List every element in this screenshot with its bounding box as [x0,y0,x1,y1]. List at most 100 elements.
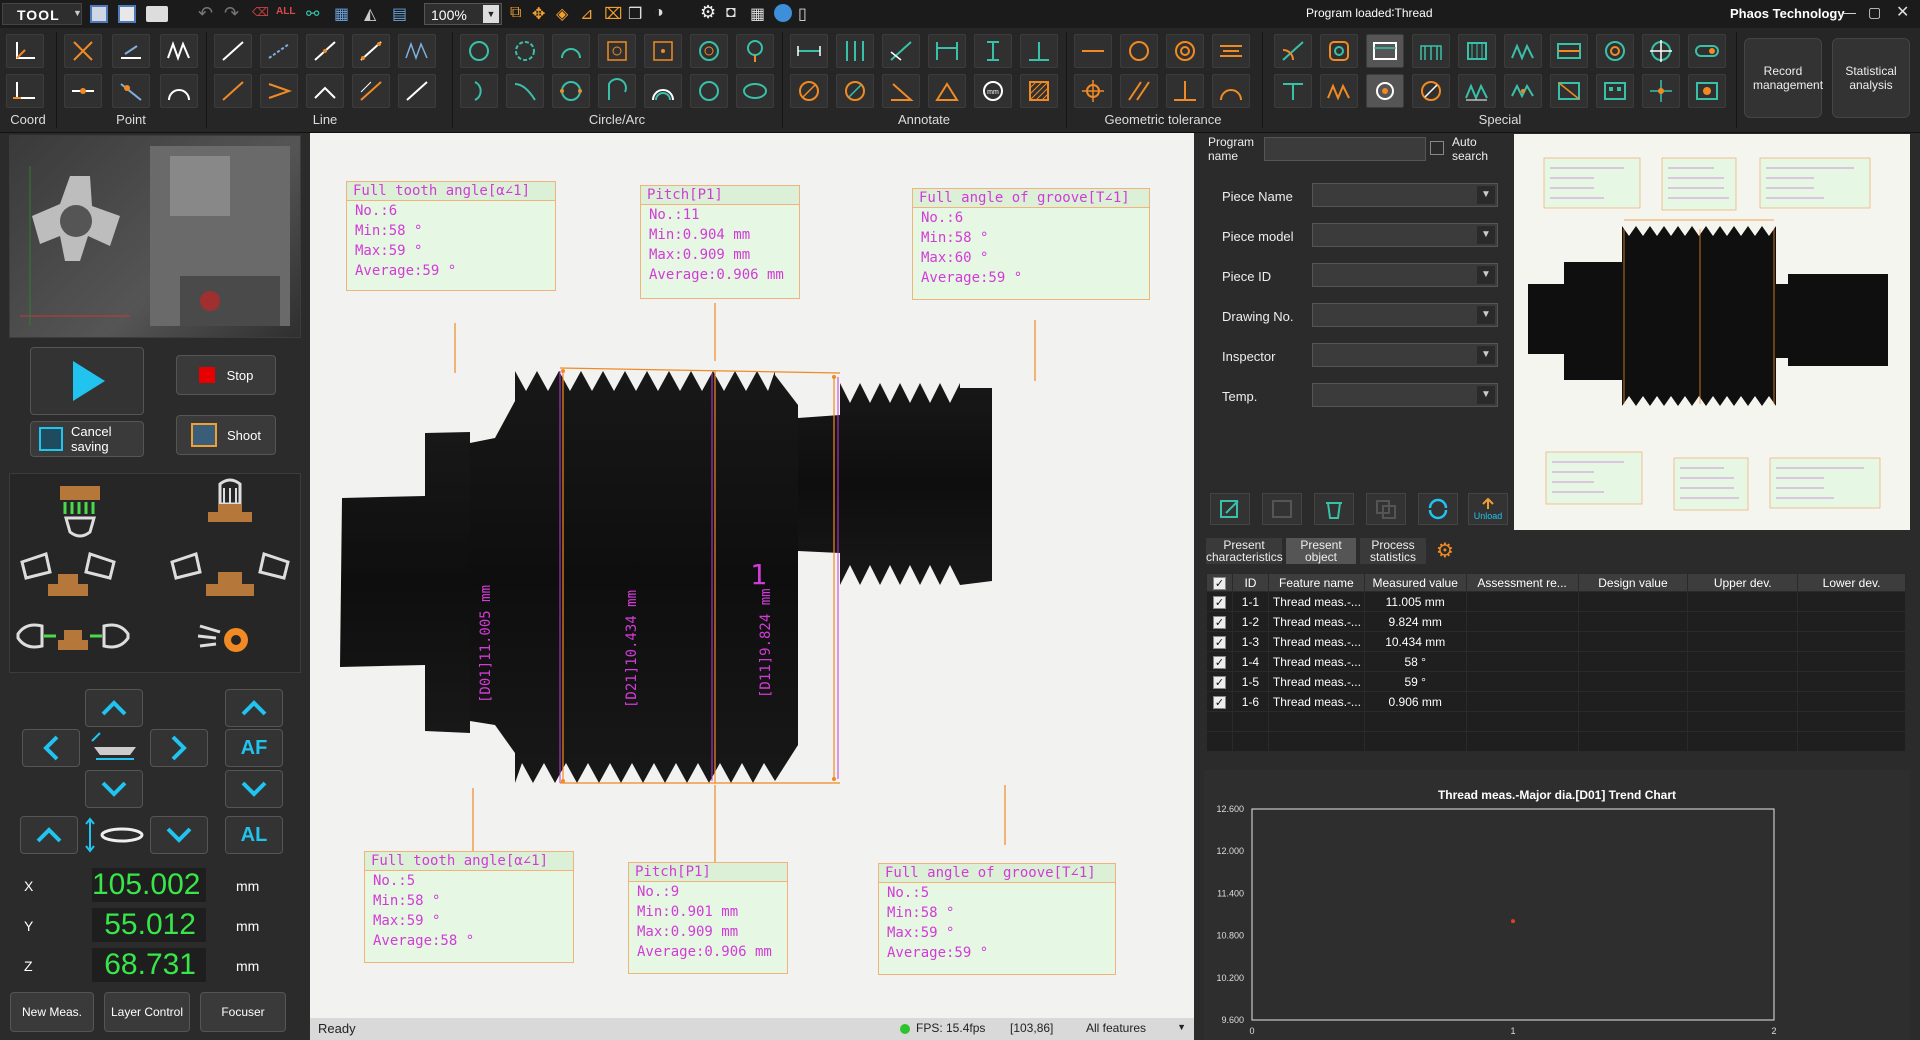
circle-button-1[interactable] [460,34,498,68]
circle-button-7[interactable] [736,34,774,68]
measure-icon[interactable]: ⊿ [580,4,593,24]
special-button-17[interactable] [1550,74,1588,108]
tolerance-position-button[interactable] [1074,74,1112,108]
print-icon[interactable] [146,6,168,22]
special-button-14[interactable] [1412,74,1450,108]
ring-light-icon[interactable] [208,478,252,522]
mark-icon[interactable]: ◈ [556,4,568,24]
column-header[interactable]: Measured value [1363,573,1467,592]
tolerance-profile-button[interactable] [1212,74,1250,108]
move-right-button[interactable] [150,729,208,767]
tab-present-characteristics[interactable]: Present characteristics [1206,538,1283,564]
arc-button-5[interactable] [644,74,682,108]
tab-present-object[interactable]: Present object [1286,538,1356,564]
point-mid-button[interactable] [64,74,102,108]
column-header[interactable]: Feature name [1267,573,1365,592]
refresh-button[interactable] [1418,493,1458,525]
coord-reset-button[interactable] [6,74,44,108]
row-select-cell[interactable]: ✓ [1206,611,1233,632]
dimension-d21[interactable]: [D21]10.434 mm [624,590,640,708]
tolerance-roundness-button[interactable] [1120,34,1158,68]
annotation-full-angle-groove-top[interactable]: Full angle of groove[T∠1] No.:6 Min:58 °… [912,188,1150,300]
side-light-icon[interactable] [20,552,116,596]
edit-button[interactable] [1210,493,1250,525]
point-scan-button[interactable] [112,74,150,108]
gear-icon[interactable]: ⚙ [1436,538,1454,563]
cancel-saving-button[interactable]: Cancel saving [30,421,144,457]
special-button-1[interactable] [1274,34,1312,68]
measurement-view[interactable]: [D01]11.005 mm [D21]10.434 mm [D11]9.824… [310,133,1194,1018]
piece-id-select[interactable]: ▼ [1312,263,1498,287]
arc-button-2[interactable] [506,74,544,108]
move-left-button[interactable] [22,729,80,767]
tool-dropdown[interactable]: TOOL ▼ [2,3,82,25]
move-up-button[interactable] [85,689,143,727]
focuser-button[interactable]: Focuser [200,992,286,1032]
tab-process-statistics[interactable]: Process statistics [1360,538,1426,564]
grid-icon[interactable]: ▦ [334,4,349,24]
dimension-d01[interactable]: [D01]11.005 mm [478,585,494,703]
column-header[interactable]: Lower dev. [1797,573,1906,592]
inspector-select[interactable]: ▼ [1312,343,1498,367]
line-button-10[interactable] [398,74,436,108]
coaxial-light-icon[interactable] [60,486,100,538]
special-button-9[interactable] [1642,34,1680,68]
annotation-full-angle-groove-bottom[interactable]: Full angle of groove[T∠1] No.:5 Min:58 °… [878,863,1116,975]
row-checkbox[interactable]: ✓ [1212,695,1226,709]
column-header[interactable]: ID [1231,573,1269,592]
column-header[interactable]: Upper dev. [1687,573,1799,592]
save-icon[interactable] [90,5,108,23]
save-as-icon[interactable] [118,5,136,23]
circle-button-2[interactable] [506,34,544,68]
special-button-7[interactable] [1550,34,1588,68]
undo-icon[interactable]: ↶ [198,3,213,24]
annotate-button-1[interactable] [790,34,828,68]
row-select-cell[interactable]: ✓ [1206,591,1233,612]
line-button-4[interactable] [352,34,390,68]
annotate-button-9[interactable] [882,74,920,108]
arc-button-1[interactable] [460,74,498,108]
record-management-button[interactable]: Record management [1744,38,1823,118]
select-all-checkbox[interactable]: ✓ [1212,576,1226,590]
temp-select[interactable]: ▼ [1312,383,1498,407]
table-row[interactable]: ✓ 1-5 Thread meas.-... 59 ° [1206,671,1906,692]
data-point[interactable] [1511,919,1515,924]
point-edge-button[interactable] [112,34,150,68]
line-button-1[interactable] [214,34,252,68]
tolerance-straightness-button[interactable] [1074,34,1112,68]
z-down-button[interactable] [225,770,283,808]
special-button-18[interactable] [1596,74,1634,108]
piece-name-select[interactable]: ▼ [1312,183,1498,207]
row-checkbox[interactable]: ✓ [1212,655,1226,669]
drawing-no-select[interactable]: ▼ [1312,303,1498,327]
bottom-light-icon[interactable] [16,623,130,650]
auto-search-checkbox[interactable] [1430,141,1444,155]
annotate-button-12[interactable] [1020,74,1058,108]
table-row[interactable]: ✓ 1-1 Thread meas.-... 11.005 mm [1206,591,1906,612]
tag-icon[interactable]: ◑ [654,4,664,22]
combined-light-icon[interactable] [170,552,290,596]
program-name-input[interactable] [1264,137,1426,161]
arc-button-3[interactable] [552,74,590,108]
special-button-15[interactable] [1458,74,1496,108]
annotate-button-10[interactable] [928,74,966,108]
line-button-9[interactable] [352,74,390,108]
save-record-button[interactable] [1262,493,1302,525]
light-settings-icon[interactable] [197,624,248,652]
special-button-10[interactable] [1688,34,1726,68]
layer-control-button[interactable]: Layer Control [104,992,190,1032]
point-arc-button[interactable] [160,74,198,108]
annotate-button-7[interactable] [790,74,828,108]
annotate-button-8[interactable] [836,74,874,108]
table-row[interactable]: ✓ 1-6 Thread meas.-... 0.906 mm [1206,691,1906,712]
gear-icon[interactable]: ⚙ [700,2,716,23]
annotate-button-3[interactable] [882,34,920,68]
special-button-16[interactable] [1504,74,1542,108]
line-button-8[interactable] [306,74,344,108]
run-button[interactable] [30,347,144,415]
row-select-cell[interactable]: ✓ [1206,671,1233,692]
annotate-button-11[interactable]: mm [974,74,1012,108]
annotate-button-6[interactable] [1020,34,1058,68]
autofocus-button[interactable]: AF [225,729,283,767]
special-button-13[interactable] [1366,74,1404,108]
